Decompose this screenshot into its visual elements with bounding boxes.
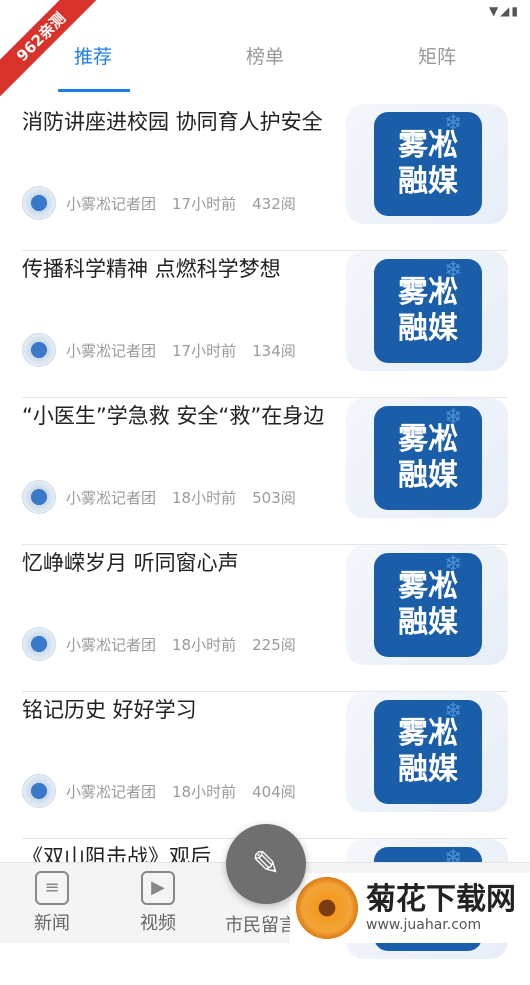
article-time: 17小时前 [172,194,237,213]
article-time: 18小时前 [172,488,237,507]
article-reads: 134阅 [252,341,296,360]
snowflake-icon: ❄ [444,699,463,724]
article-author: 小雾凇记者团 [66,194,157,213]
logo-line1: 雾凇 [398,128,458,163]
chrysanthemum-logo [296,877,358,939]
logo-line2: 融媒 [398,605,458,640]
article-time: 17小时前 [172,341,237,360]
nav-video[interactable]: ▶ 视频 [118,871,198,935]
compose-button[interactable]: ✎ [226,824,306,904]
tab-matrix[interactable]: 矩阵 [377,42,497,69]
article-reads: 404阅 [252,782,296,801]
snowflake-icon: ❄ [444,552,463,577]
article-title: 消防讲座进校园 协同育人护安全 [22,110,323,134]
tab-indicator [58,89,130,92]
list-item[interactable]: 忆峥嵘岁月 听同窗心声 小雾凇记者团 18小时前 225阅 ❄ 雾凇 融媒 [22,545,508,692]
article-title: “小医生”学急救 安全“救”在身边 [22,404,325,428]
article-author: 小雾凇记者团 [66,635,157,654]
article-author: 小雾凇记者团 [66,341,157,360]
article-time: 18小时前 [172,782,237,801]
article-meta: 小雾凇记者团 18小时前 225阅 [22,627,312,661]
avatar [22,186,56,220]
list-item[interactable]: 传播科学精神 点燃科学梦想 小雾凇记者团 17小时前 134阅 ❄ 雾凇 融媒 [22,251,508,398]
article-reads: 432阅 [252,194,296,213]
article-meta: 小雾凇记者团 17小时前 432阅 [22,186,312,220]
logo-line2: 融媒 [398,311,458,346]
top-tabs: 推荐 榜单 矩阵 [0,24,530,94]
tab-ranking[interactable]: 榜单 [205,42,325,69]
article-author: 小雾凇记者团 [66,488,157,507]
watermark-title: 菊花下载网 [366,882,516,917]
logo-line1: 雾凇 [398,422,458,457]
snowflake-icon: ❄ [444,258,463,283]
logo-line1: 雾凇 [398,275,458,310]
nav-label: 新闻 [34,913,70,934]
logo-line2: 融媒 [398,164,458,199]
list-item[interactable]: “小医生”学急救 安全“救”在身边 小雾凇记者团 18小时前 503阅 ❄ 雾凇… [22,398,508,545]
wusong-logo: ❄ 雾凇 融媒 [374,405,482,510]
article-reads: 503阅 [252,488,296,507]
avatar [22,627,56,661]
logo-line2: 融媒 [398,458,458,493]
snowflake-icon: ❄ [444,111,463,136]
logo-line2: 融媒 [398,752,458,787]
video-icon: ▶ [141,871,175,905]
nav-news[interactable]: ≡ 新闻 [12,871,92,935]
wusong-logo: ❄ 雾凇 融媒 [374,552,482,657]
nav-label: 视频 [140,913,176,934]
logo-line1: 雾凇 [398,716,458,751]
snowflake-icon: ❄ [444,405,463,430]
article-title: 铭记历史 好好学习 [22,698,197,722]
wusong-logo: ❄ 雾凇 融媒 [374,699,482,804]
article-title: 忆峥嵘岁月 听同窗心声 [22,551,239,575]
avatar [22,333,56,367]
watermark-url: www.juahar.com [366,917,482,933]
article-reads: 225阅 [252,635,296,654]
article-thumbnail: ❄ 雾凇 融媒 [346,251,508,371]
article-thumbnail: ❄ 雾凇 融媒 [346,692,508,812]
article-meta: 小雾凇记者团 18小时前 404阅 [22,774,312,808]
article-thumbnail: ❄ 雾凇 融媒 [346,545,508,665]
status-icons: ▼◢▮ [488,4,520,18]
article-meta: 小雾凇记者团 17小时前 134阅 [22,333,312,367]
list-item[interactable]: 铭记历史 好好学习 小雾凇记者团 18小时前 404阅 ❄ 雾凇 融媒 [22,692,508,839]
wusong-logo: ❄ 雾凇 融媒 [374,258,482,363]
edit-icon: ✎ [251,844,281,884]
wusong-logo: ❄ 雾凇 融媒 [374,111,482,216]
article-time: 18小时前 [172,635,237,654]
article-thumbnail: ❄ 雾凇 融媒 [346,104,508,224]
tab-recommend[interactable]: 推荐 [33,42,153,69]
article-author: 小雾凇记者团 [66,782,157,801]
list-item[interactable]: 消防讲座进校园 协同育人护安全 小雾凇记者团 17小时前 432阅 ❄ 雾凇 融… [22,104,508,251]
avatar [22,774,56,808]
watermark: 菊花下载网 www.juahar.com [290,873,530,943]
article-meta: 小雾凇记者团 18小时前 503阅 [22,480,312,514]
news-icon: ≡ [35,871,69,905]
article-thumbnail: ❄ 雾凇 融媒 [346,398,508,518]
logo-line1: 雾凇 [398,569,458,604]
article-title: 传播科学精神 点燃科学梦想 [22,257,281,281]
avatar [22,480,56,514]
